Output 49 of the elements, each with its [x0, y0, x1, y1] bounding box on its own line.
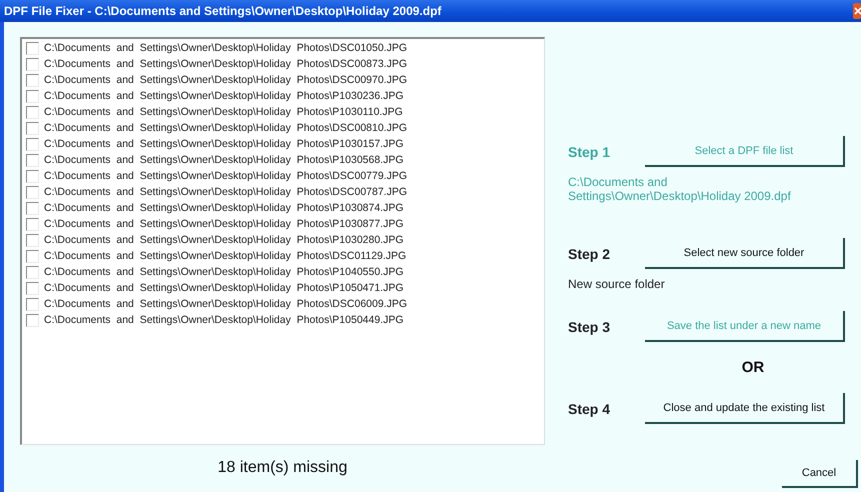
or-label: OR: [742, 359, 764, 376]
file-path: C:\Documents and Settings\Owner\Desktop\Holiday Photos\P1030110.JPG: [44, 106, 403, 118]
file-path: C:\Documents and Settings\Owner\Desktop\Holiday Photos\DSC01050.JPG: [44, 42, 408, 54]
step-label: Step 4: [568, 400, 612, 416]
checkbox[interactable]: [26, 314, 39, 326]
checkbox[interactable]: [26, 74, 39, 86]
file-path: C:\Documents and Settings\Owner\Desktop\Holiday Photos\DSC01129.JPG: [44, 250, 406, 262]
step-info: New source folder: [568, 277, 666, 291]
file-path: C:\Documents and Settings\Owner\Desktop\Holiday Photos\P1050471.JPG: [44, 282, 404, 294]
close-icon[interactable]: [853, 3, 861, 19]
checkbox[interactable]: [26, 42, 39, 54]
file-path: C:\Documents and Settings\Owner\Desktop\Holiday Photos\DSC00779.JPG: [44, 170, 408, 182]
missing-count: 18 item(s) missing: [216, 459, 348, 477]
file-path: C:\Documents and Settings\Owner\Desktop\Holiday Photos\P1030157.JPG: [44, 138, 404, 150]
file-path: C:\Documents and Settings\Owner\Desktop\Holiday Photos\P1030874.JPG: [44, 202, 404, 214]
checkbox[interactable]: [26, 138, 39, 150]
step-info: C:\Documents and Settings\Owner\Desktop\Holiday 2009.dpf: [568, 175, 792, 203]
window-title: DPF File Fixer - C:\Documents and Settings\Owner\Desktop\Holiday 2009.dpf: [4, 4, 442, 18]
checkbox[interactable]: [26, 186, 39, 198]
checkbox[interactable]: [26, 202, 39, 214]
file-path: C:\Documents and Settings\Owner\Desktop\Holiday Photos\DSC00787.JPG: [44, 186, 408, 198]
checkbox[interactable]: [26, 154, 39, 166]
checkbox[interactable]: [26, 234, 39, 246]
checkbox[interactable]: [26, 122, 39, 134]
step-label: Step 3: [568, 318, 612, 334]
step-button[interactable]: Close and update the existing list: [645, 393, 845, 424]
file-path: C:\Documents and Settings\Owner\Desktop\Holiday Photos\DSC00970.JPG: [44, 74, 408, 86]
step-button[interactable]: Select new source folder: [645, 238, 845, 269]
checkbox[interactable]: [26, 266, 39, 278]
file-path: C:\Documents and Settings\Owner\Desktop\Holiday Photos\P1030236.JPG: [44, 90, 404, 102]
file-path: C:\Documents and Settings\Owner\Desktop\Holiday Photos\P1040550.JPG: [44, 266, 404, 278]
file-path: C:\Documents and Settings\Owner\Desktop\Holiday Photos\DSC00873.JPG: [44, 58, 408, 70]
file-path: C:\Documents and Settings\Owner\Desktop\Holiday Photos\DSC00810.JPG: [44, 122, 408, 134]
file-path: C:\Documents and Settings\Owner\Desktop\Holiday Photos\P1030280.JPG: [44, 234, 404, 246]
file-path: C:\Documents and Settings\Owner\Desktop\Holiday Photos\P1030877.JPG: [44, 218, 404, 230]
checkbox[interactable]: [26, 218, 39, 230]
checkbox[interactable]: [26, 90, 39, 102]
checkbox[interactable]: [26, 58, 39, 70]
checkbox[interactable]: [26, 106, 39, 118]
step-label: Step 2: [568, 246, 612, 262]
checkbox[interactable]: [26, 298, 39, 310]
file-path: C:\Documents and Settings\Owner\Desktop\Holiday Photos\P1030568.JPG: [44, 154, 404, 166]
checkbox[interactable]: [26, 282, 39, 294]
file-path: C:\Documents and Settings\Owner\Desktop\Holiday Photos\P1050449.JPG: [44, 314, 404, 326]
step-label: Step 1: [568, 144, 612, 160]
checkbox[interactable]: [26, 170, 39, 182]
cancel-button[interactable]: Cancel: [782, 460, 858, 488]
checkbox[interactable]: [26, 250, 39, 262]
file-path: C:\Documents and Settings\Owner\Desktop\Holiday Photos\DSC06009.JPG: [44, 298, 408, 310]
